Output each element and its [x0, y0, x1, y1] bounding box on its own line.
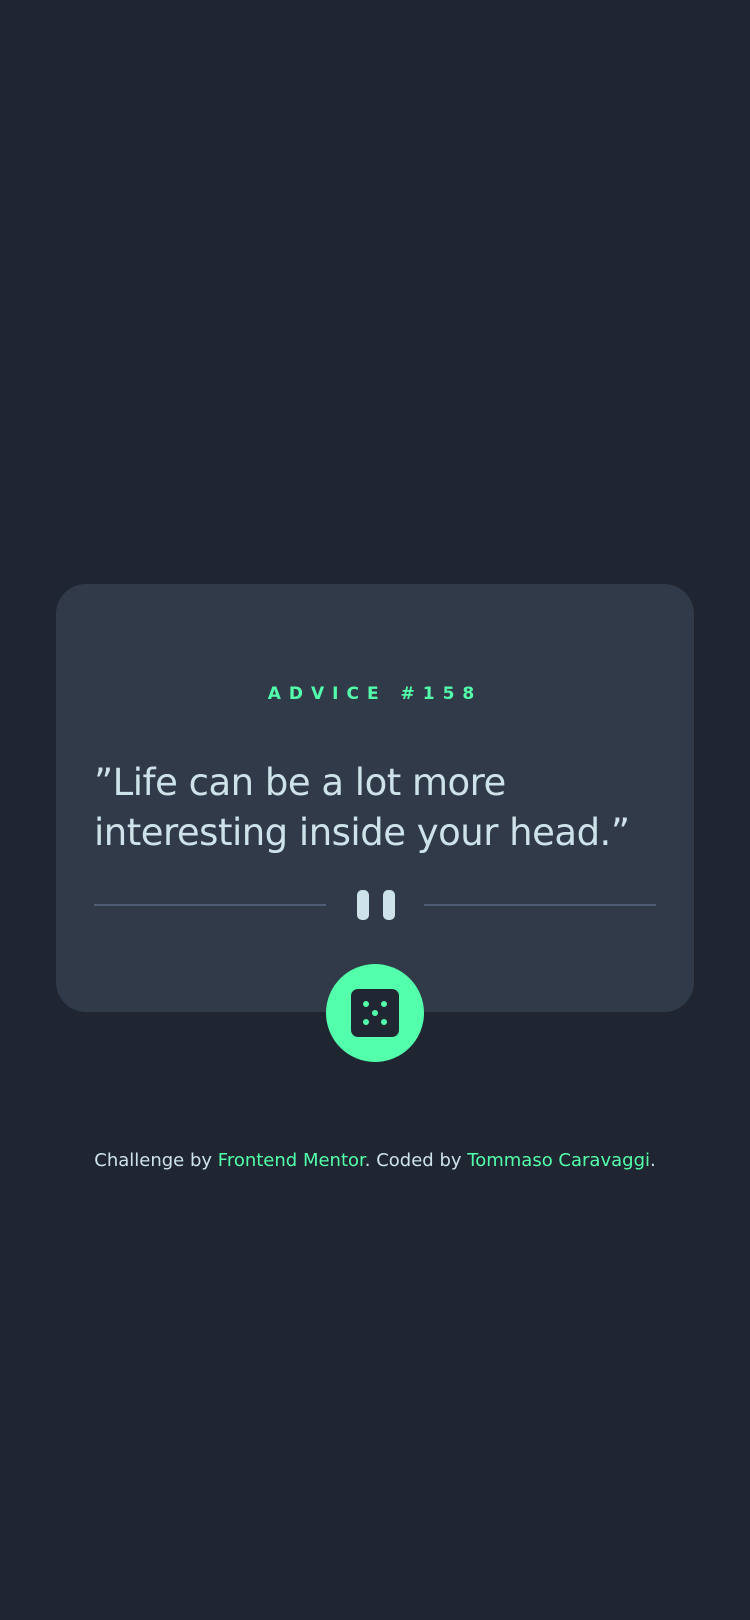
dice-dot	[381, 1019, 387, 1025]
divider	[94, 890, 656, 920]
dice-dot	[381, 1001, 387, 1007]
dice-dot	[363, 1019, 369, 1025]
divider-line-left	[94, 904, 326, 906]
attribution-suffix: .	[650, 1150, 656, 1171]
author-link[interactable]: Tommaso Caravaggi	[467, 1150, 650, 1171]
advice-quote: ”Life can be a lot more interesting insi…	[94, 761, 630, 854]
attribution: Challenge by Frontend Mentor. Coded by T…	[0, 1150, 750, 1171]
advice-number: Advice #158	[267, 684, 483, 704]
frontend-mentor-link[interactable]: Frontend Mentor	[218, 1150, 365, 1171]
page: Advice #158 ”Life can be a lot more inte…	[0, 0, 750, 1620]
pause-icon	[356, 890, 396, 920]
divider-line-right	[424, 904, 656, 906]
generate-advice-button[interactable]	[326, 964, 424, 1062]
attribution-prefix: Challenge by	[94, 1150, 218, 1171]
dice-dot	[372, 1010, 378, 1016]
pause-bar-right	[383, 890, 395, 920]
pause-bar-left	[357, 890, 369, 920]
dice-dot	[363, 1001, 369, 1007]
dice-icon	[351, 989, 399, 1037]
attribution-middle: . Coded by	[364, 1150, 468, 1171]
advice-card: Advice #158 ”Life can be a lot more inte…	[56, 584, 694, 1012]
